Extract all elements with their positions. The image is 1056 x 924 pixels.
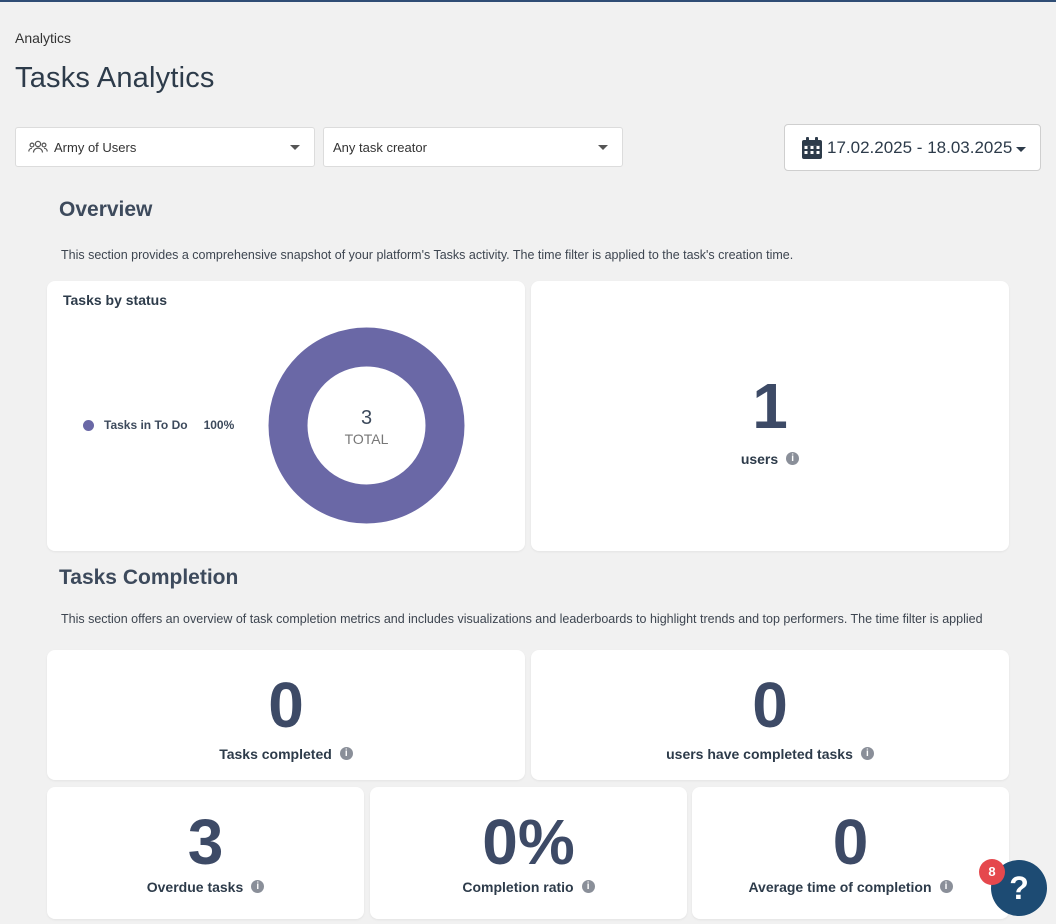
tasks-completed-value: 0 bbox=[268, 669, 304, 741]
info-icon[interactable]: i bbox=[860, 747, 874, 761]
info-icon[interactable]: i bbox=[251, 880, 265, 894]
chevron-down-icon bbox=[598, 145, 608, 150]
notification-badge: 8 bbox=[979, 859, 1005, 885]
legend-dot bbox=[83, 419, 94, 431]
avg-completion-time-label: Average time of completion bbox=[748, 879, 932, 895]
overdue-tasks-value: 3 bbox=[187, 806, 224, 878]
users-completed-value: 0 bbox=[752, 669, 788, 741]
users-completed-label: users have completed tasks bbox=[666, 746, 853, 762]
users-select-value: Army of Users bbox=[54, 139, 137, 155]
users-count-label-row: users i bbox=[531, 451, 1009, 467]
legend-percent: 100% bbox=[203, 418, 235, 432]
overdue-tasks-card: 3 Overdue tasks i bbox=[47, 787, 364, 919]
breadcrumb[interactable]: Analytics bbox=[15, 30, 71, 46]
calendar-icon bbox=[801, 136, 823, 160]
status-legend-item[interactable]: Tasks in To Do 100% bbox=[83, 418, 234, 432]
info-icon[interactable]: i bbox=[786, 452, 800, 466]
tasks-completed-label: Tasks completed bbox=[219, 746, 332, 762]
info-icon[interactable]: i bbox=[339, 747, 353, 761]
legend-label: Tasks in To Do bbox=[104, 418, 188, 432]
completion-ratio-value: 0% bbox=[482, 806, 575, 878]
avg-completion-time-value: 0 bbox=[832, 806, 869, 878]
avg-completion-time-label-row: Average time of completion i bbox=[692, 879, 1009, 895]
overdue-tasks-label-row: Overdue tasks i bbox=[47, 879, 364, 895]
completion-ratio-label: Completion ratio bbox=[462, 879, 574, 895]
tasks-completed-card: 0 Tasks completed i bbox=[47, 650, 525, 780]
info-icon[interactable]: i bbox=[939, 880, 953, 894]
users-completed-label-row: users have completed tasks i bbox=[531, 746, 1009, 762]
completion-ratio-label-row: Completion ratio i bbox=[370, 879, 687, 895]
tasks-completed-label-row: Tasks completed i bbox=[47, 746, 525, 762]
page-title: Tasks Analytics bbox=[15, 62, 215, 94]
users-count-value: 1 bbox=[752, 370, 788, 442]
donut-total-value: 3 bbox=[360, 407, 373, 429]
task-creator-select-value: Any task creator bbox=[333, 139, 427, 155]
date-range-picker[interactable]: 17.02.2025 - 18.03.2025 bbox=[784, 124, 1041, 171]
overview-description: This section provides a comprehensive sn… bbox=[61, 248, 794, 262]
top-accent-line bbox=[0, 0, 1056, 2]
users-completed-card: 0 users have completed tasks i bbox=[531, 650, 1009, 780]
date-range-value: 17.02.2025 - 18.03.2025 bbox=[827, 137, 1013, 157]
chevron-down-icon bbox=[290, 145, 300, 150]
tasks-by-status-title: Tasks by status bbox=[63, 292, 168, 308]
overview-title: Overview bbox=[59, 198, 153, 221]
info-icon[interactable]: i bbox=[581, 880, 595, 894]
overdue-tasks-label: Overdue tasks bbox=[146, 879, 244, 895]
users-count-card: 1 users i bbox=[531, 281, 1009, 551]
completion-title: Tasks Completion bbox=[59, 566, 239, 589]
users-group-icon bbox=[28, 139, 48, 155]
users-select[interactable]: Army of Users bbox=[15, 127, 315, 167]
users-count-label: users bbox=[740, 451, 779, 467]
task-creator-select[interactable]: Any task creator bbox=[323, 127, 623, 167]
donut-center: 3 TOTAL bbox=[268, 406, 465, 448]
donut-total-label: TOTAL bbox=[344, 431, 389, 447]
completion-ratio-card: 0% Completion ratio i bbox=[370, 787, 687, 919]
caret-down-icon bbox=[1016, 146, 1027, 152]
completion-description: This section offers an overview of task … bbox=[61, 612, 983, 626]
tasks-by-status-card: Tasks by status Tasks in To Do 100% 3 TO… bbox=[47, 281, 525, 551]
avg-completion-time-card: 0 Average time of completion i bbox=[692, 787, 1009, 919]
